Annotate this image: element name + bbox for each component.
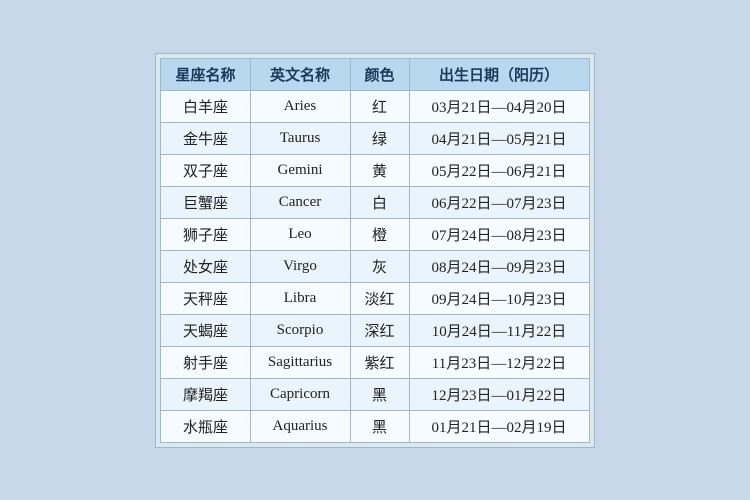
cell-color: 黑 [350, 410, 409, 442]
cell-dates: 05月22日—06月21日 [409, 154, 589, 186]
table-row: 处女座Virgo灰08月24日—09月23日 [161, 250, 589, 282]
cell-color: 深红 [350, 314, 409, 346]
cell-dates: 10月24日—11月22日 [409, 314, 589, 346]
header-chinese-name: 星座名称 [161, 58, 250, 90]
cell-english-name: Sagittarius [250, 346, 350, 378]
cell-dates: 08月24日—09月23日 [409, 250, 589, 282]
cell-chinese-name: 白羊座 [161, 90, 250, 122]
cell-dates: 09月24日—10月23日 [409, 282, 589, 314]
table-row: 射手座Sagittarius紫红11月23日—12月22日 [161, 346, 589, 378]
cell-dates: 03月21日—04月20日 [409, 90, 589, 122]
cell-english-name: Scorpio [250, 314, 350, 346]
cell-chinese-name: 天蝎座 [161, 314, 250, 346]
zodiac-table: 星座名称 英文名称 颜色 出生日期（阳历） 白羊座Aries红03月21日—04… [160, 58, 589, 443]
cell-dates: 11月23日—12月22日 [409, 346, 589, 378]
table-row: 巨蟹座Cancer白06月22日—07月23日 [161, 186, 589, 218]
header-color: 颜色 [350, 58, 409, 90]
cell-english-name: Capricorn [250, 378, 350, 410]
header-dates: 出生日期（阳历） [409, 58, 589, 90]
cell-english-name: Cancer [250, 186, 350, 218]
cell-chinese-name: 双子座 [161, 154, 250, 186]
cell-chinese-name: 处女座 [161, 250, 250, 282]
cell-english-name: Leo [250, 218, 350, 250]
cell-english-name: Virgo [250, 250, 350, 282]
cell-english-name: Aries [250, 90, 350, 122]
cell-color: 灰 [350, 250, 409, 282]
cell-dates: 12月23日—01月22日 [409, 378, 589, 410]
cell-dates: 07月24日—08月23日 [409, 218, 589, 250]
table-header-row: 星座名称 英文名称 颜色 出生日期（阳历） [161, 58, 589, 90]
header-english-name: 英文名称 [250, 58, 350, 90]
cell-english-name: Aquarius [250, 410, 350, 442]
cell-chinese-name: 狮子座 [161, 218, 250, 250]
cell-chinese-name: 巨蟹座 [161, 186, 250, 218]
cell-english-name: Taurus [250, 122, 350, 154]
cell-dates: 04月21日—05月21日 [409, 122, 589, 154]
table-row: 水瓶座Aquarius黑01月21日—02月19日 [161, 410, 589, 442]
cell-color: 紫红 [350, 346, 409, 378]
cell-color: 黄 [350, 154, 409, 186]
table-row: 金牛座Taurus绿04月21日—05月21日 [161, 122, 589, 154]
cell-dates: 06月22日—07月23日 [409, 186, 589, 218]
zodiac-table-container: 星座名称 英文名称 颜色 出生日期（阳历） 白羊座Aries红03月21日—04… [155, 53, 594, 448]
cell-english-name: Gemini [250, 154, 350, 186]
table-row: 天蝎座Scorpio深红10月24日—11月22日 [161, 314, 589, 346]
cell-chinese-name: 金牛座 [161, 122, 250, 154]
cell-english-name: Libra [250, 282, 350, 314]
cell-color: 黑 [350, 378, 409, 410]
cell-chinese-name: 射手座 [161, 346, 250, 378]
table-row: 天秤座Libra淡红09月24日—10月23日 [161, 282, 589, 314]
cell-color: 橙 [350, 218, 409, 250]
cell-color: 红 [350, 90, 409, 122]
cell-chinese-name: 天秤座 [161, 282, 250, 314]
cell-color: 白 [350, 186, 409, 218]
cell-chinese-name: 水瓶座 [161, 410, 250, 442]
cell-color: 绿 [350, 122, 409, 154]
cell-color: 淡红 [350, 282, 409, 314]
table-row: 双子座Gemini黄05月22日—06月21日 [161, 154, 589, 186]
table-row: 白羊座Aries红03月21日—04月20日 [161, 90, 589, 122]
cell-dates: 01月21日—02月19日 [409, 410, 589, 442]
cell-chinese-name: 摩羯座 [161, 378, 250, 410]
table-row: 狮子座Leo橙07月24日—08月23日 [161, 218, 589, 250]
table-row: 摩羯座Capricorn黑12月23日—01月22日 [161, 378, 589, 410]
